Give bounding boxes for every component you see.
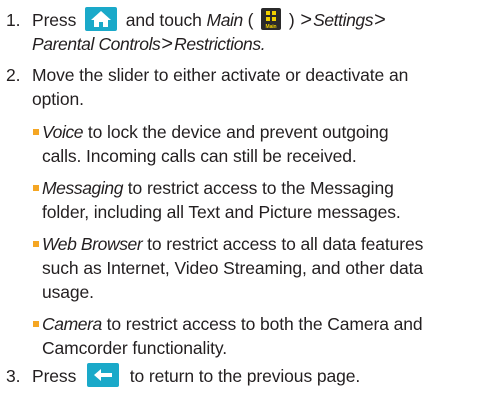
- step-1: 1. Press and touch Main (Main) >Settin…: [6, 7, 386, 55]
- step-2-body: Move the slider to either activate or de…: [32, 63, 480, 111]
- bullet-text: Camera to restrict access to both the Ca…: [33, 312, 473, 360]
- home-icon: [85, 7, 117, 32]
- bullet-line: folder, including all Text and Picture m…: [42, 202, 401, 222]
- bullet-messaging: Messaging to restrict access to the Mess…: [33, 176, 473, 224]
- path-separator: >: [374, 9, 386, 31]
- step-number: 3.: [6, 366, 21, 386]
- step-number: 2.: [6, 65, 21, 85]
- bullet-voice: Voice to lock the device and prevent out…: [33, 120, 473, 168]
- instructions-page: 1. Press and touch Main (Main) >Settin…: [0, 0, 486, 395]
- bullet-term: Camera: [42, 314, 102, 334]
- step-1-line-1: Press and touch Main ( Main) >Settings>: [32, 7, 480, 32]
- bullet-marker: [33, 241, 39, 247]
- step-1-body: Press and touch Main ( Main) >Settings>…: [32, 7, 480, 56]
- bullet-web-browser: Web Browser to restrict access to all da…: [33, 232, 473, 304]
- open-paren: (: [247, 10, 254, 30]
- bullet-line: such as Internet, Video Streaming, and o…: [42, 258, 423, 278]
- bullet-camera: Camera to restrict access to both the Ca…: [33, 312, 473, 360]
- bullet-line: usage.: [42, 282, 94, 302]
- touch-text: and touch: [125, 10, 202, 30]
- bullet-text: Voice to lock the device and prevent out…: [33, 120, 473, 168]
- path-separator: >: [300, 9, 313, 31]
- step-1-line-2: Parental Controls>Restrictions.: [32, 32, 480, 56]
- bullet-line: calls. Incoming calls can still be recei…: [42, 146, 357, 166]
- bullet-line: to restrict access to the Messaging: [123, 178, 394, 198]
- bullet-marker: [33, 129, 39, 135]
- press-text: Press: [32, 10, 77, 30]
- step-1-period: .: [260, 34, 266, 54]
- path-parental-controls: Parental Controls: [32, 34, 161, 54]
- path-separator: >: [161, 33, 174, 55]
- step-3: 3. Press to return to the previous page.: [6, 363, 360, 388]
- bullet-term: Voice: [42, 122, 84, 142]
- step-2-line-1: Move the slider to either activate or de…: [32, 65, 409, 85]
- step-3-body: Press to return to the previous page.: [32, 363, 480, 388]
- bullet-marker: [33, 185, 39, 191]
- back-icon: [87, 363, 119, 388]
- bullet-term: Web Browser: [42, 234, 143, 254]
- step-number: 1.: [6, 10, 21, 30]
- bullet-text: Web Browser to restrict access to all da…: [33, 232, 473, 304]
- return-text: to return to the previous page.: [129, 366, 361, 386]
- press-text: Press: [32, 366, 77, 386]
- main-label: Main: [206, 10, 244, 30]
- bullet-line: to restrict access to all data features: [142, 234, 424, 254]
- close-paren: ): [288, 10, 295, 30]
- main-icon-label: Main: [266, 24, 277, 30]
- path-restrictions: Restrictions: [174, 34, 261, 54]
- bullet-line: to restrict access to both the Camera an…: [101, 314, 423, 334]
- bullet-text: Messaging to restrict access to the Mess…: [33, 176, 473, 224]
- bullet-line: to lock the device and prevent outgoing: [83, 122, 389, 142]
- main-menu-icon: Main: [261, 8, 282, 31]
- bullet-term: Messaging: [42, 178, 124, 198]
- step-2-line-2: option.: [32, 89, 84, 109]
- step-2: 2. Move the slider to either activate or…: [6, 63, 408, 109]
- path-settings: Settings: [313, 10, 374, 30]
- bullet-marker: [33, 321, 39, 327]
- bullet-line: Camcorder functionality.: [42, 338, 227, 358]
